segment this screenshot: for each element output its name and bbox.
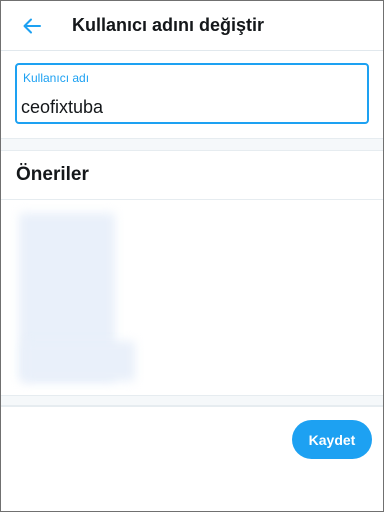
arrow-left-icon [23,18,41,34]
footer-divider [1,406,383,407]
save-button[interactable]: Kaydet [292,420,372,459]
page-title: Kullanıcı adını değiştir [72,15,265,35]
suggestions-heading: Öneriler [16,164,89,185]
username-field-label: Kullanıcı adı [23,71,90,85]
username-field[interactable]: Kullanıcı adı [15,63,369,124]
blurred-suggestion [23,341,135,381]
username-input[interactable] [21,95,361,119]
section-separator [1,138,383,151]
suggestions-list [15,213,135,381]
suggestions-divider [1,199,383,200]
change-username-window: Kullanıcı adını değiştir Kullanıcı adı Ö… [0,0,384,512]
header-bar: Kullanıcı adını değiştir [1,1,383,51]
footer-separator [1,395,383,406]
back-button[interactable] [15,9,49,43]
